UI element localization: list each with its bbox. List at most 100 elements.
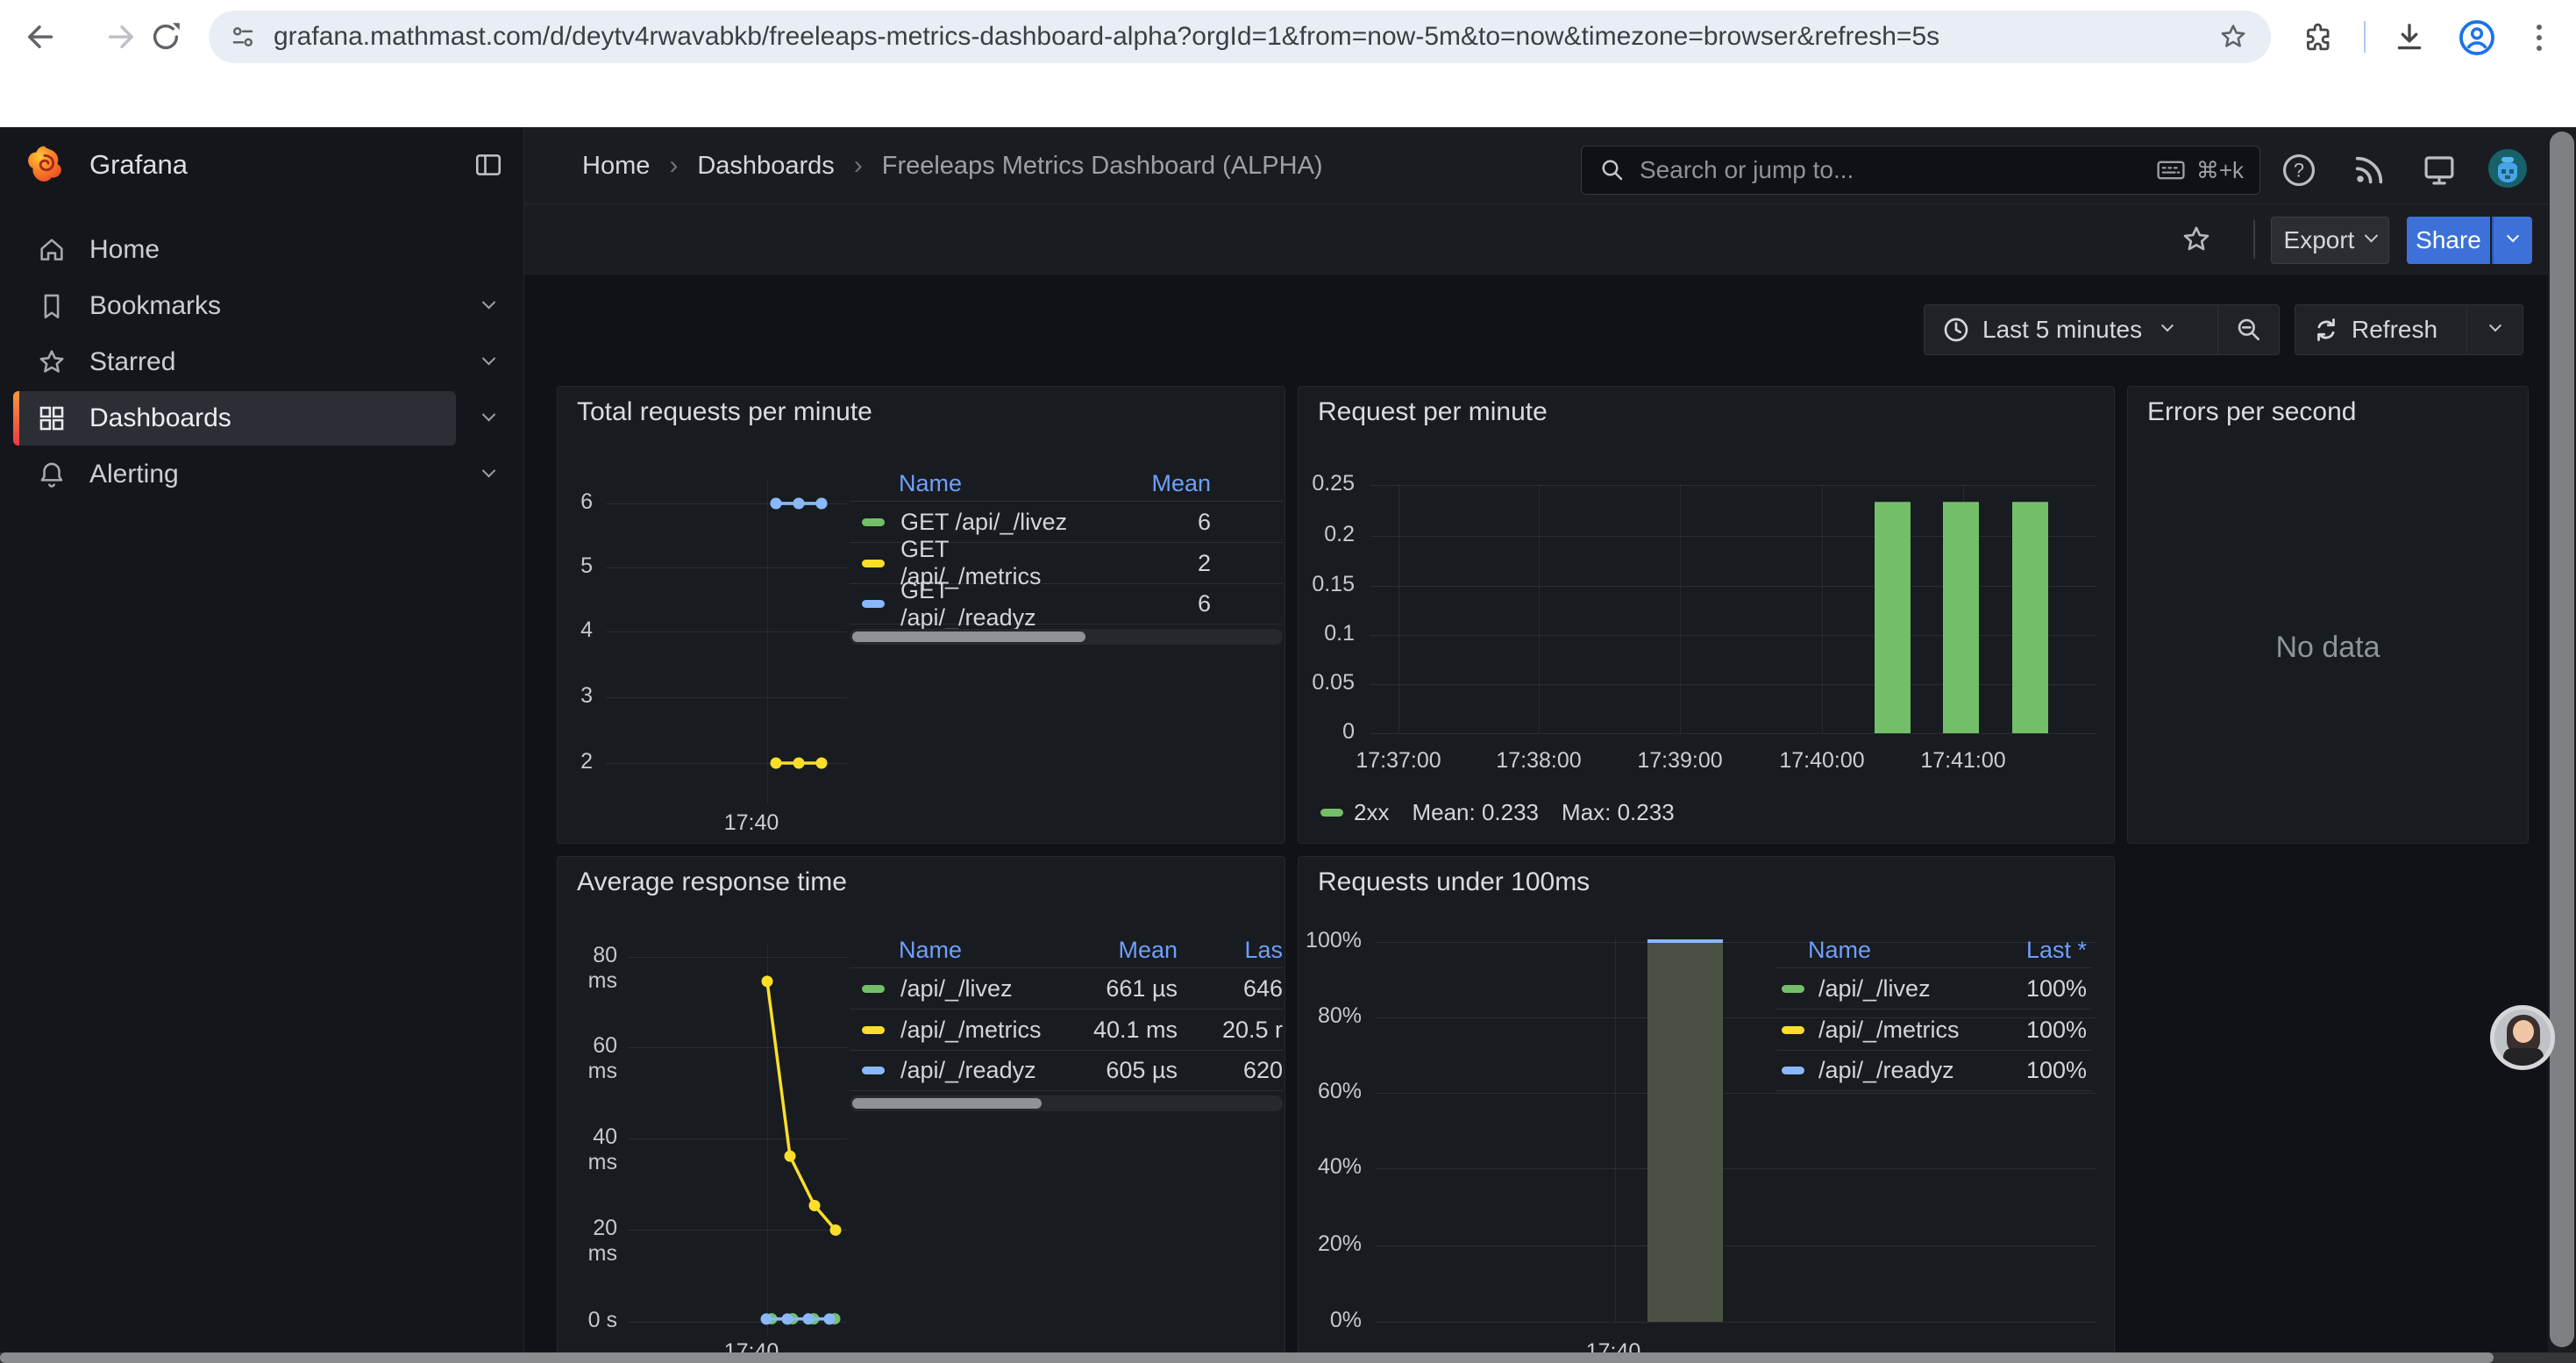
breadcrumb-separator: › (669, 151, 678, 181)
bookmark-star-icon[interactable] (2218, 22, 2248, 52)
series-last: 100% (1960, 1017, 2087, 1044)
export-button[interactable]: Export (2271, 217, 2389, 264)
search-box[interactable]: ⌘+k (1581, 146, 2260, 195)
refresh-button[interactable]: Refresh (2295, 304, 2466, 355)
x-tick: 17:39:00 (1619, 748, 1741, 774)
legend-row[interactable]: GET /api/_/readyz 6 (850, 583, 1283, 624)
news-rss-icon[interactable] (2346, 147, 2392, 193)
download-icon[interactable] (2390, 19, 2429, 56)
grafana-logo[interactable] (25, 145, 65, 185)
bookmark-icon (37, 291, 67, 321)
y-tick: 2 (558, 749, 593, 774)
legend-scrollbar[interactable] (850, 1095, 1283, 1111)
vertical-scrollbar[interactable] (2548, 127, 2576, 1363)
legend-header: Name Last * (1776, 932, 2092, 967)
series-swatch (862, 985, 885, 993)
back-icon[interactable] (21, 18, 58, 55)
bookmarks-bar: Freeleaps 收藏博客 (0, 74, 2576, 127)
series-name: /api/_/livez (1818, 975, 1955, 1003)
series-last: 20.5 r (1178, 1017, 1283, 1044)
user-avatar[interactable] (2485, 146, 2530, 191)
y-tick: 0 s (558, 1308, 617, 1333)
series-name: 2xx (1354, 799, 1389, 826)
y-tick: 5 (558, 553, 593, 579)
y-tick: 20 ms (558, 1216, 617, 1267)
legend-row[interactable]: /api/_/livez 100% (1776, 967, 2092, 1009)
y-tick: 20% (1299, 1231, 1362, 1257)
y-tick: 0.2 (1299, 522, 1355, 547)
y-tick: 40% (1299, 1154, 1362, 1180)
panel-title[interactable]: Errors per second (2147, 397, 2356, 427)
series-name: /api/_/readyz (1818, 1057, 1955, 1084)
avatar-face (2513, 1020, 2534, 1043)
sidebar-starred-expand-icon[interactable] (474, 348, 502, 376)
time-range-label: Last 5 minutes (1982, 316, 2142, 344)
series-last: 100% (1955, 975, 2087, 1003)
zoom-out-button[interactable] (2217, 304, 2280, 355)
sidebar-dashboards-expand-icon[interactable] (474, 404, 502, 432)
extensions-icon[interactable] (2299, 19, 2338, 56)
y-tick: 60 ms (558, 1033, 617, 1084)
col-last[interactable]: Las (1178, 937, 1283, 964)
sidebar-item-home[interactable]: Home (13, 223, 456, 277)
site-settings-icon[interactable] (230, 24, 256, 50)
share-button[interactable]: Share (2407, 217, 2490, 264)
series-mean: 40.1 ms (1046, 1017, 1178, 1044)
refresh-interval-dropdown[interactable] (2466, 304, 2523, 355)
panel-title[interactable]: Requests under 100ms (1318, 867, 1590, 897)
assistant-avatar[interactable] (2490, 1005, 2555, 1070)
menu-kebab-icon[interactable] (2530, 19, 2548, 56)
sidebar-item-bookmarks[interactable]: Bookmarks (13, 279, 456, 333)
reload-icon[interactable] (147, 18, 184, 55)
time-range-picker[interactable]: Last 5 minutes (1924, 304, 2217, 355)
vertical-scrollbar-thumb[interactable] (2550, 132, 2574, 1347)
series-swatch (1782, 1067, 1804, 1074)
forward-icon[interactable] (103, 18, 140, 55)
col-mean[interactable]: Mean (1079, 470, 1211, 497)
sidebar-item-dashboards[interactable]: Dashboards (13, 391, 456, 446)
zoom-out-icon (2235, 316, 2263, 344)
legend-row[interactable]: /api/_/readyz 605 µs 620 (850, 1050, 1283, 1091)
legend-row[interactable]: /api/_/metrics 100% (1776, 1009, 2092, 1050)
monitor-icon[interactable] (2416, 147, 2462, 193)
breadcrumb-dashboards[interactable]: Dashboards (697, 152, 834, 181)
panel-title[interactable]: Request per minute (1318, 397, 1548, 427)
col-mean[interactable]: Mean (1046, 937, 1178, 964)
legend-row[interactable]: /api/_/metrics 40.1 ms 20.5 r (850, 1009, 1283, 1050)
sidebar-item-alerting[interactable]: Alerting (13, 447, 456, 502)
legend-scrollbar[interactable] (850, 629, 1283, 645)
col-name[interactable]: Name (899, 937, 1046, 964)
sidebar-brand[interactable]: Grafana (89, 145, 188, 185)
legend-row[interactable]: /api/_/livez 661 µs 646 (850, 967, 1283, 1009)
panel-title[interactable]: Total requests per minute (577, 397, 872, 427)
help-icon[interactable]: ? (2276, 147, 2322, 193)
profile-icon[interactable] (2457, 18, 2497, 58)
search-input[interactable] (1640, 156, 2156, 184)
col-name[interactable]: Name (899, 470, 1079, 497)
series-swatch (862, 1067, 885, 1074)
favorite-star-icon[interactable] (2181, 224, 2212, 255)
y-tick: 60% (1299, 1079, 1362, 1104)
refresh-label: Refresh (2352, 316, 2437, 344)
sidebar-item-starred[interactable]: Starred (13, 335, 456, 389)
export-label: Export (2284, 226, 2355, 254)
collapse-sidebar-icon[interactable] (473, 150, 505, 182)
x-tick: 17:37:00 (1337, 748, 1460, 774)
breadcrumb-home[interactable]: Home (582, 152, 650, 181)
chevron-down-icon (2161, 319, 2174, 332)
url-bar[interactable]: grafana.mathmast.com/d/deytv4rwavabkb/fr… (209, 11, 2271, 63)
series-mean: 6 (1079, 590, 1211, 617)
horizontal-scrollbar[interactable] (0, 1352, 2576, 1363)
horizontal-scrollbar-thumb[interactable] (0, 1352, 2494, 1363)
panel-total-requests: Total requests per minute 6 5 4 3 2 17:4… (557, 386, 1285, 844)
sidebar-item-label: Bookmarks (89, 279, 221, 333)
col-name[interactable]: Name (1808, 937, 1955, 964)
legend[interactable]: 2xx Mean: 0.233 Max: 0.233 (1320, 799, 1675, 826)
share-dropdown-button[interactable] (2492, 217, 2532, 264)
no-data-message: No data (2128, 631, 2528, 665)
panel-title[interactable]: Average response time (577, 867, 847, 897)
sidebar-bookmarks-expand-icon[interactable] (474, 292, 502, 320)
col-last[interactable]: Last * (1955, 937, 2087, 964)
sidebar-alerting-expand-icon[interactable] (474, 460, 502, 489)
legend-row[interactable]: /api/_/readyz 100% (1776, 1050, 2092, 1091)
